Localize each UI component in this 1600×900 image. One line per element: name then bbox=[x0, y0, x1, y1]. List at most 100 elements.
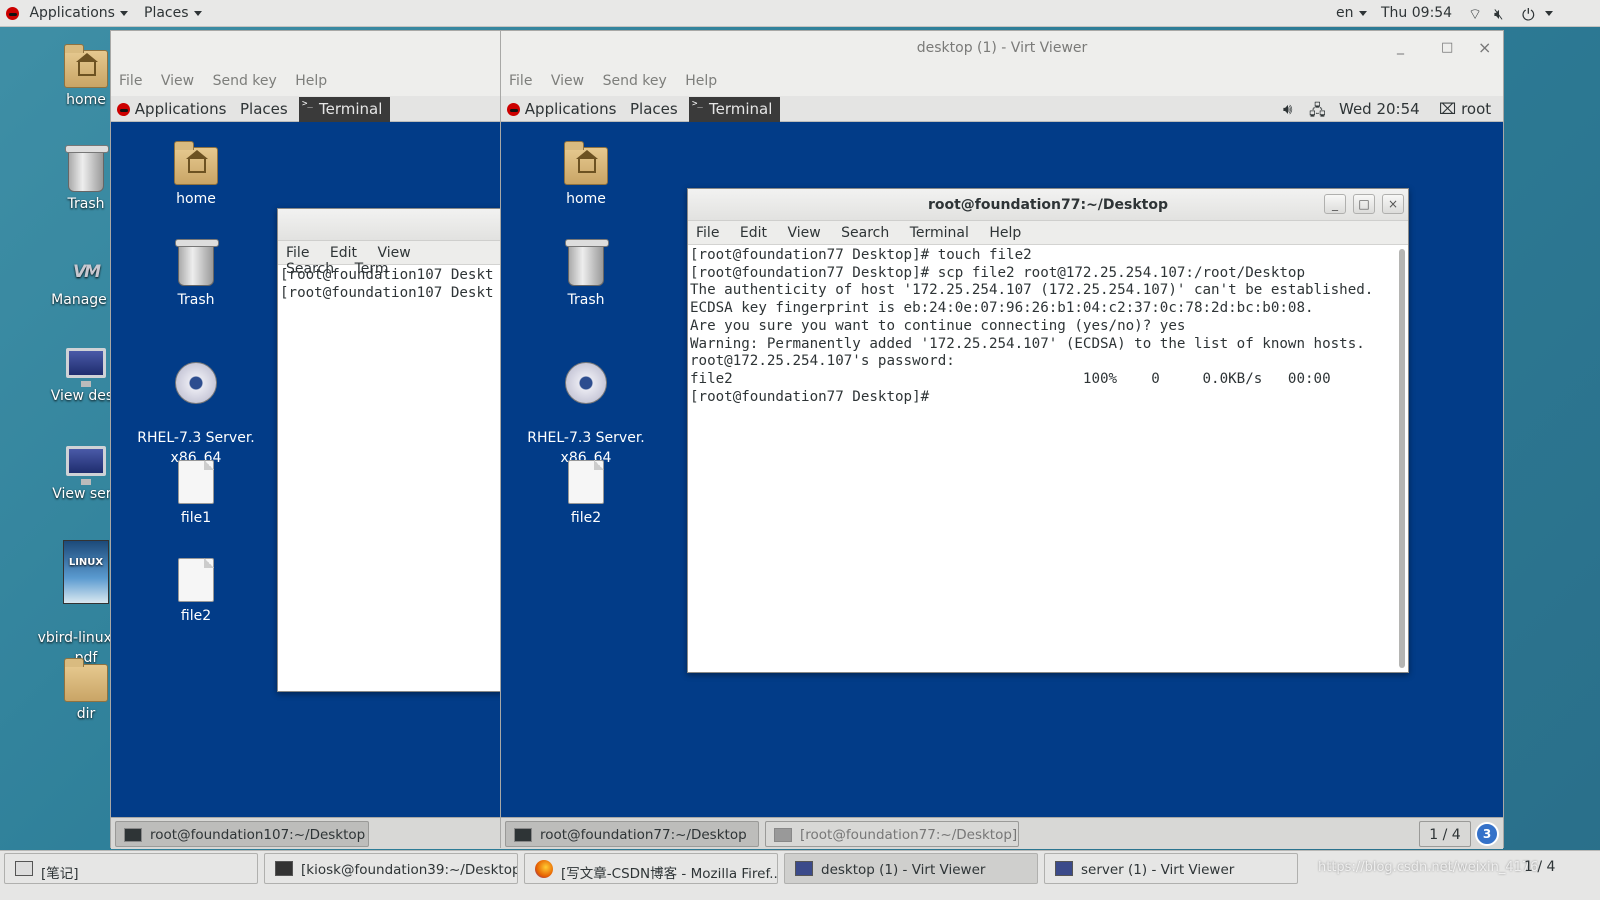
menu-send-key[interactable]: Send key bbox=[213, 73, 277, 89]
menu-edit[interactable]: Edit bbox=[330, 245, 357, 261]
host-taskbar: [笔记] [kiosk@foundation39:~/Desktop] [写文章… bbox=[0, 850, 1600, 900]
guest-task-terminal[interactable]: root@foundation107:~/Desktop bbox=[115, 821, 369, 847]
guest-icon-file2[interactable]: file2 bbox=[136, 558, 256, 626]
host-task-terminal[interactable]: [kiosk@foundation39:~/Desktop] bbox=[264, 853, 518, 884]
places-menu[interactable]: Places bbox=[144, 5, 202, 21]
menu-view[interactable]: View bbox=[161, 73, 194, 89]
icon-label: Trash bbox=[177, 292, 215, 308]
guest-desktop: home Trash RHEL-7.3 Server. x86_64 file1… bbox=[111, 122, 503, 817]
menu-search[interactable]: Search bbox=[841, 225, 889, 241]
terminal-titlebar[interactable]: root@foundation77:~/Desktop bbox=[688, 189, 1408, 221]
firefox-icon bbox=[535, 860, 553, 878]
menu-help[interactable]: Help bbox=[295, 73, 327, 89]
notification-badge[interactable]: 3 bbox=[1475, 822, 1499, 846]
task-label: server (1) - Virt Viewer bbox=[1081, 862, 1235, 878]
terminal-window-server[interactable]: File Edit View Search Term [root@foundat… bbox=[277, 208, 503, 692]
guest-icon-trash[interactable]: Trash bbox=[526, 239, 646, 310]
clock[interactable]: Thu 09:54 bbox=[1381, 5, 1452, 21]
task-label: [kiosk@foundation39:~/Desktop] bbox=[301, 862, 518, 878]
notes-icon bbox=[15, 861, 33, 876]
file-icon bbox=[178, 460, 214, 504]
virt-manager-icon: VM bbox=[72, 262, 101, 282]
guest-icon-home[interactable]: home bbox=[526, 141, 646, 209]
host-task-server-viewer[interactable]: server (1) - Virt Viewer bbox=[1044, 853, 1298, 884]
minimize-button[interactable]: _ bbox=[1397, 39, 1404, 55]
menu-edit[interactable]: Edit bbox=[740, 225, 767, 241]
terminal-line: [root@foundation107 Deskt bbox=[280, 267, 494, 283]
icon-label: file1 bbox=[180, 510, 212, 526]
terminal-line: [root@foundation77 Desktop]# touch file2 bbox=[690, 247, 1032, 263]
user-label: root bbox=[1461, 100, 1492, 118]
guest-clock[interactable]: Wed 20:54 bbox=[1339, 100, 1420, 118]
terminal-maximize-button[interactable]: □ bbox=[1353, 194, 1375, 214]
applications-menu[interactable]: Applications bbox=[6, 5, 128, 21]
chevron-down-icon bbox=[119, 10, 128, 16]
task-label: [root@foundation77:~/Desktop] bbox=[800, 827, 1018, 843]
menu-view[interactable]: View bbox=[787, 225, 820, 241]
home-folder-icon bbox=[64, 44, 108, 88]
guest-task-terminal-active[interactable]: root@foundation77:~/Desktop bbox=[505, 821, 759, 847]
chevron-down-icon bbox=[193, 10, 202, 16]
host-task-firefox[interactable]: [写文章-CSDN博客 - Mozilla Firef... bbox=[524, 853, 778, 884]
folder-icon bbox=[64, 658, 108, 702]
guest-user-menu[interactable]: ⌧ root bbox=[1439, 100, 1491, 118]
applications-label: Applications bbox=[134, 100, 227, 118]
terminal-close-button[interactable]: × bbox=[1382, 194, 1404, 214]
guest-taskbar: root@foundation107:~/Desktop bbox=[111, 817, 501, 849]
speaker-icon[interactable]: 🔊︎ bbox=[1283, 100, 1292, 118]
guest-icon-home[interactable]: home bbox=[136, 141, 256, 209]
icon-label: file2 bbox=[570, 510, 602, 526]
terminal-titlebar[interactable] bbox=[278, 209, 502, 241]
menu-terminal[interactable]: Terminal bbox=[910, 225, 969, 241]
guest-icon-file1[interactable]: file1 bbox=[136, 460, 256, 528]
menu-file[interactable]: File bbox=[509, 73, 532, 89]
guest-terminal-app[interactable]: Terminal bbox=[689, 97, 781, 122]
language-selector[interactable]: en bbox=[1336, 5, 1367, 21]
menu-file[interactable]: File bbox=[696, 225, 719, 241]
icon-label: Trash bbox=[567, 292, 605, 308]
host-task-desktop-viewer[interactable]: desktop (1) - Virt Viewer bbox=[784, 853, 1038, 884]
guest-workspace-pager[interactable]: 1 / 4 bbox=[1419, 821, 1471, 847]
menu-view[interactable]: View bbox=[551, 73, 584, 89]
host-task-notes[interactable]: [笔记] bbox=[4, 853, 258, 884]
terminal-output[interactable]: [root@foundation77 Desktop]# touch file2… bbox=[688, 245, 1394, 672]
guest-desktop: home Trash RHEL-7.3 Server. x86_64 file2… bbox=[501, 122, 1503, 817]
terminal-output[interactable]: [root@foundation107 Deskt [root@foundatio… bbox=[278, 265, 502, 691]
menu-file[interactable]: File bbox=[286, 245, 309, 261]
terminal-scrollbar[interactable] bbox=[1399, 249, 1405, 668]
maximize-button[interactable]: □ bbox=[1441, 40, 1453, 55]
menu-view[interactable]: View bbox=[377, 245, 410, 261]
volume-icon[interactable]: 🔇︎ bbox=[1494, 5, 1503, 23]
menu-file[interactable]: File bbox=[119, 73, 142, 89]
virt-viewer-server-window[interactable]: File View Send key Help Applications Pla… bbox=[110, 30, 503, 849]
guest-icon-trash[interactable]: Trash bbox=[136, 239, 256, 310]
task-label: [写文章-CSDN博客 - Mozilla Firef... bbox=[561, 866, 778, 882]
power-icon[interactable]: ⏻ bbox=[1522, 5, 1535, 25]
wifi-icon[interactable]: ⌔ bbox=[1468, 5, 1482, 24]
terminal-minimize-button[interactable]: _ bbox=[1324, 194, 1346, 214]
host-workspace-pager[interactable]: 1 / 4 bbox=[1524, 859, 1555, 875]
dvd-icon bbox=[175, 362, 217, 404]
guest-applications-menu[interactable]: Applications bbox=[117, 100, 226, 118]
guest-places-menu[interactable]: Places bbox=[240, 100, 288, 118]
guest-terminal-app[interactable]: Terminal bbox=[299, 97, 391, 122]
guest-task-terminal-minimized[interactable]: [root@foundation77:~/Desktop] bbox=[765, 821, 1019, 847]
home-folder-icon bbox=[564, 141, 608, 185]
dvd-icon bbox=[565, 362, 607, 404]
trash-icon bbox=[175, 239, 219, 286]
viewer-titlebar[interactable]: desktop (1) - Virt Viewer bbox=[501, 31, 1503, 67]
trash-icon bbox=[65, 145, 109, 192]
menu-help[interactable]: Help bbox=[989, 225, 1021, 241]
book-cover-text: LINUX bbox=[68, 557, 104, 568]
menu-send-key[interactable]: Send key bbox=[603, 73, 667, 89]
virt-viewer-desktop-window[interactable]: desktop (1) - Virt Viewer _ □ × File Vie… bbox=[500, 30, 1504, 849]
terminal-line: The authenticity of host '172.25.254.107… bbox=[690, 282, 1374, 299]
menu-help[interactable]: Help bbox=[685, 73, 717, 89]
guest-applications-menu[interactable]: Applications bbox=[507, 100, 616, 118]
guest-icon-file2[interactable]: file2 bbox=[526, 460, 646, 528]
close-button[interactable]: × bbox=[1478, 38, 1491, 57]
system-menu-caret[interactable] bbox=[1540, 5, 1553, 21]
guest-places-menu[interactable]: Places bbox=[630, 100, 678, 118]
terminal-window-desktop[interactable]: root@foundation77:~/Desktop _ □ × File E… bbox=[687, 188, 1409, 673]
terminal-line: [root@foundation107 Deskt bbox=[280, 284, 494, 301]
